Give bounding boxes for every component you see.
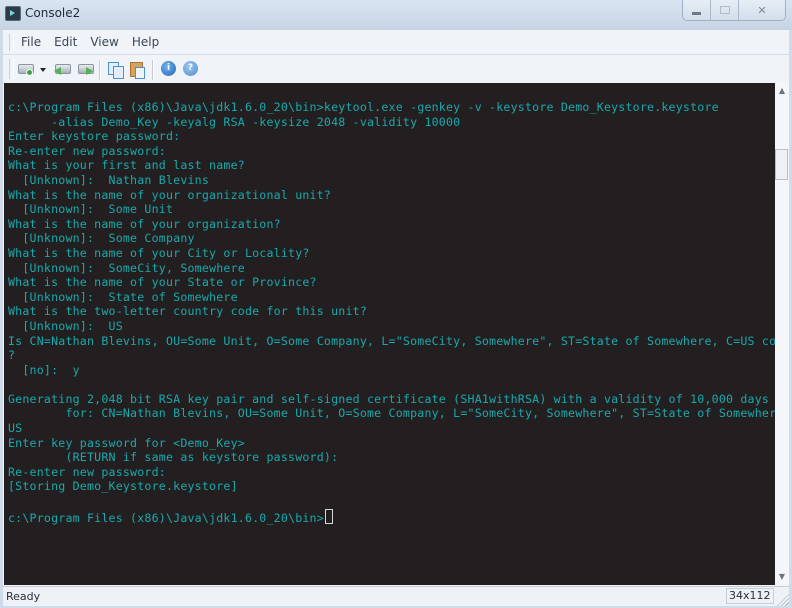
terminal-line: Re-enter new password: — [8, 143, 166, 158]
next-tab-button[interactable] — [77, 61, 94, 77]
terminal-line: Re-enter new password: — [8, 464, 166, 479]
terminal-line: US — [8, 421, 23, 436]
terminal-line: ? — [8, 348, 16, 363]
terminal-line: [no]: y — [8, 362, 80, 377]
copy-icon-back — [113, 66, 124, 79]
scroll-down-button[interactable]: ▼ — [775, 569, 789, 585]
menu-file[interactable]: File — [21, 35, 50, 49]
maximize-button[interactable] — [710, 0, 738, 20]
terminal-line: Is CN=Nathan Blevins, OU=Some Unit, O=So… — [8, 333, 775, 348]
window-frame: File Edit View Help i ? c:\Program Files… — [3, 30, 789, 606]
toolbar-separator — [99, 60, 101, 80]
menu-help[interactable]: Help — [132, 35, 168, 49]
terminal-text: c:\Program Files (x86)\Java\jdk1.6.0_20\… — [8, 100, 775, 525]
console-output-area[interactable]: c:\Program Files (x86)\Java\jdk1.6.0_20\… — [4, 83, 775, 585]
toolbar-separator — [152, 60, 154, 80]
vertical-scrollbar[interactable]: ▲ ▼ — [775, 83, 789, 585]
new-tab-button[interactable] — [17, 61, 34, 77]
text-cursor — [324, 508, 333, 524]
window-title: Console2 — [25, 6, 81, 20]
menu-view[interactable]: View — [90, 35, 127, 49]
terminal-line: [Unknown]: SomeCity, Somewhere — [8, 260, 245, 275]
menu-edit[interactable]: Edit — [54, 35, 86, 49]
terminal-line: [Unknown]: Nathan Blevins — [8, 172, 210, 187]
terminal-line: [Storing Demo_Keystore.keystore] — [8, 479, 238, 494]
terminal-line: [Unknown]: Some Company — [8, 231, 195, 246]
title-bar[interactable]: Console2 ✕ — [0, 0, 792, 30]
close-icon: ✕ — [757, 3, 767, 17]
terminal-line: c:\Program Files (x86)\Java\jdk1.6.0_20\… — [8, 100, 719, 114]
terminal-line: What is the name of your City or Localit… — [8, 245, 310, 260]
scroll-down-icon: ▼ — [778, 572, 786, 581]
help-button[interactable]: ? — [183, 61, 199, 77]
about-button[interactable]: i — [161, 61, 177, 77]
terminal-line: [Unknown]: State of Somewhere — [8, 289, 238, 304]
terminal-line: Generating 2,048 bit RSA key pair and se… — [8, 391, 770, 406]
terminal-line: Enter keystore password: — [8, 129, 181, 144]
menu-bar: File Edit View Help — [3, 30, 789, 55]
console-size-indicator: 34x112 — [726, 588, 774, 604]
terminal-line: [Unknown]: US — [8, 318, 123, 333]
left-arrow-icon — [54, 67, 61, 75]
terminal-line: What is the name of your organization? — [8, 216, 281, 231]
minimize-icon — [692, 11, 701, 15]
terminal-line: [Unknown]: Some Unit — [8, 202, 174, 217]
plus-badge-icon — [26, 69, 33, 76]
right-arrow-icon — [86, 67, 93, 75]
close-button[interactable]: ✕ — [738, 0, 785, 20]
previous-tab-button[interactable] — [54, 61, 71, 77]
paste-button[interactable] — [129, 61, 145, 79]
terminal-line: for: CN=Nathan Blevins, OU=Some Unit, O=… — [8, 406, 775, 421]
console-app-icon — [5, 6, 21, 21]
window-controls: ✕ — [682, 0, 786, 21]
copy-button[interactable] — [107, 61, 124, 79]
terminal-line: Enter key password for <Demo_Key> — [8, 435, 245, 450]
terminal-line: (RETURN if same as keystore password): — [8, 450, 339, 465]
help-icon: ? — [183, 61, 198, 76]
console2-window: Console2 ✕ File Edit View Help i ? c:\Pr… — [0, 0, 792, 608]
info-icon: i — [161, 61, 176, 76]
toolbar: i ? — [3, 55, 789, 83]
resize-grip-icon[interactable] — [777, 594, 789, 606]
paste-sheet-icon — [135, 67, 145, 79]
terminal-line: What is the two-letter country code for … — [8, 304, 368, 319]
terminal-line: What is your first and last name? — [8, 158, 245, 173]
scroll-up-button[interactable]: ▲ — [775, 83, 789, 99]
status-text: Ready — [6, 590, 41, 603]
terminal-line: What is the name of your State or Provin… — [8, 275, 317, 290]
dropdown-arrow-icon — [40, 68, 46, 72]
new-tab-dropdown[interactable] — [38, 61, 48, 77]
terminal-prompt-line: c:\Program Files (x86)\Java\jdk1.6.0_20\… — [8, 510, 324, 525]
maximize-icon — [719, 6, 730, 14]
terminal-line: -alias Demo_Key -keyalg RSA -keysize 204… — [8, 114, 461, 129]
toolbar-grip[interactable] — [9, 59, 14, 79]
scroll-up-icon: ▲ — [778, 86, 786, 95]
minimize-button[interactable] — [683, 0, 710, 20]
menubar-grip[interactable] — [9, 34, 14, 51]
scrollbar-thumb[interactable] — [775, 149, 788, 180]
terminal-line: What is the name of your organizational … — [8, 187, 332, 202]
status-bar: Ready 34x112 — [3, 586, 789, 606]
